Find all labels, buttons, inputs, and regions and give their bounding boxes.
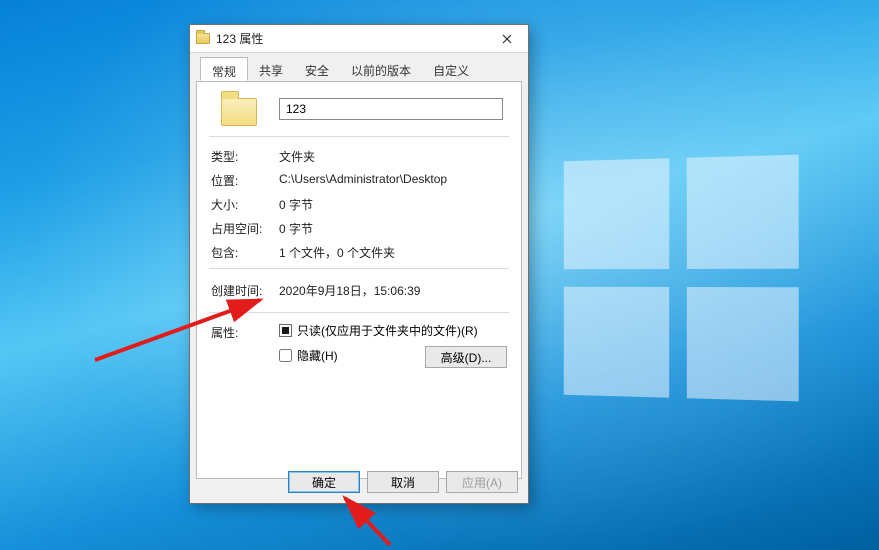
disk-value: 0 字节 — [279, 220, 313, 237]
hidden-label: 隐藏(H) — [297, 347, 338, 364]
apply-button: 应用(A) — [446, 471, 518, 493]
separator — [209, 136, 509, 137]
close-button[interactable] — [486, 25, 528, 53]
location-label: 位置: — [211, 172, 279, 189]
contains-label: 包含: — [211, 244, 279, 261]
folder-name-input[interactable] — [279, 98, 503, 120]
attributes-area: 只读(仅应用于文件夹中的文件)(R) 隐藏(H) 高级(D)... — [279, 322, 507, 372]
row-size: 大小: 0 字节 — [211, 196, 507, 213]
attr-label: 属性: — [211, 324, 279, 341]
type-label: 类型: — [211, 148, 279, 165]
properties-dialog: 123 属性 常规 共享 安全 以前的版本 自定义 类型: 文件夹 位置: C:… — [189, 24, 529, 504]
row-created: 创建时间: 2020年9月18日，15:06:39 — [211, 282, 507, 299]
size-value: 0 字节 — [279, 196, 313, 213]
tab-sharing[interactable]: 共享 — [248, 57, 294, 81]
readonly-checkbox-row[interactable]: 只读(仅应用于文件夹中的文件)(R) — [279, 322, 507, 339]
row-type: 类型: 文件夹 — [211, 148, 507, 165]
folder-large-icon — [221, 98, 257, 126]
tab-strip: 常规 共享 安全 以前的版本 自定义 — [190, 53, 528, 81]
created-label: 创建时间: — [211, 282, 279, 299]
dialog-button-row: 确定 取消 应用(A) — [288, 471, 518, 493]
hidden-checkbox[interactable] — [279, 349, 292, 362]
row-contains: 包含: 1 个文件，0 个文件夹 — [211, 244, 507, 261]
close-icon — [502, 34, 512, 44]
size-label: 大小: — [211, 196, 279, 213]
tab-previous-versions[interactable]: 以前的版本 — [340, 57, 422, 81]
row-size-on-disk: 占用空间: 0 字节 — [211, 220, 507, 237]
row-location: 位置: C:\Users\Administrator\Desktop — [211, 172, 507, 189]
tab-security[interactable]: 安全 — [294, 57, 340, 81]
advanced-button[interactable]: 高级(D)... — [425, 346, 507, 368]
created-value: 2020年9月18日，15:06:39 — [279, 282, 420, 299]
ok-button[interactable]: 确定 — [288, 471, 360, 493]
tab-customize[interactable]: 自定义 — [422, 57, 480, 81]
tab-general[interactable]: 常规 — [200, 57, 248, 81]
titlebar[interactable]: 123 属性 — [190, 25, 528, 53]
contains-value: 1 个文件，0 个文件夹 — [279, 244, 395, 261]
readonly-checkbox-indeterminate[interactable] — [279, 324, 292, 337]
tab-panel-general: 类型: 文件夹 位置: C:\Users\Administrator\Deskt… — [196, 81, 522, 479]
cancel-button[interactable]: 取消 — [367, 471, 439, 493]
disk-label: 占用空间: — [211, 220, 279, 237]
type-value: 文件夹 — [279, 148, 315, 165]
window-title: 123 属性 — [216, 30, 263, 47]
separator — [209, 268, 509, 269]
location-value: C:\Users\Administrator\Desktop — [279, 172, 447, 189]
separator — [209, 312, 509, 313]
folder-icon — [196, 33, 210, 44]
windows-logo — [564, 155, 799, 402]
readonly-label: 只读(仅应用于文件夹中的文件)(R) — [297, 322, 478, 339]
